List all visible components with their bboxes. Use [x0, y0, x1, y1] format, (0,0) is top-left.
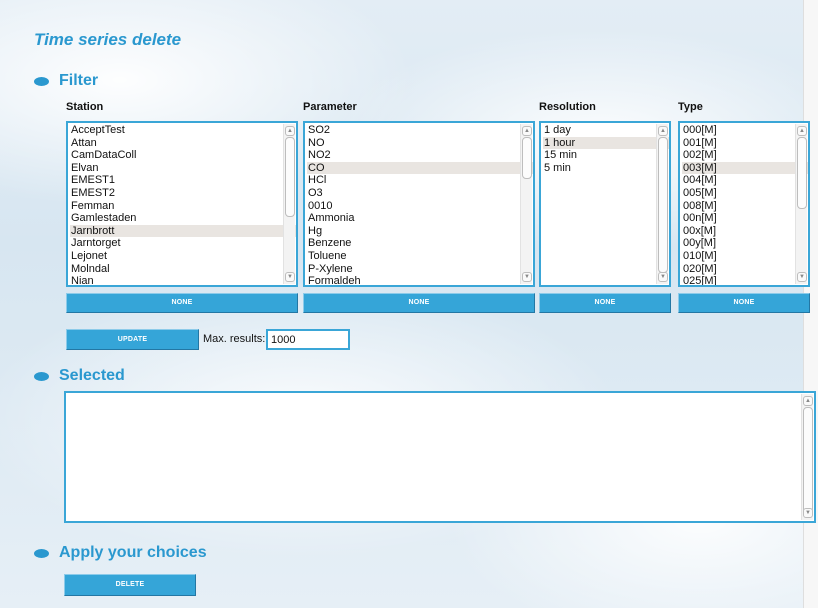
list-item[interactable]: Jarntorget — [70, 237, 296, 250]
station-none-button[interactable]: NONE — [66, 293, 298, 313]
scroll-up-icon[interactable]: ▲ — [522, 126, 532, 136]
list-item[interactable]: 15 min — [543, 149, 669, 162]
scroll-thumb[interactable] — [797, 137, 807, 209]
list-item[interactable]: O3 — [307, 187, 533, 200]
list-item[interactable]: CamDataColl — [70, 149, 296, 162]
list-item[interactable]: Femman — [70, 200, 296, 213]
list-item[interactable]: Lejonet — [70, 250, 296, 263]
apply-heading: Apply your choices — [34, 544, 207, 562]
page-title: Time series delete — [34, 30, 182, 49]
list-item[interactable]: 001[M] — [682, 137, 808, 150]
type-items: 000[M] 001[M] 002[M] 003[M] 004[M] 005[M] 008[… — [680, 123, 808, 285]
selected-heading-text: Selected — [59, 367, 125, 384]
selected-heading: Selected — [34, 367, 125, 385]
station-items: AcceptTest Attan CamDataColl Elvan EMEST1 EME… — [68, 123, 296, 285]
station-column: Station AcceptTest Attan CamDataColl Elvan E… — [66, 101, 298, 313]
type-scrollbar[interactable]: ▲ ▼ — [795, 124, 807, 284]
list-item[interactable]: 5 min — [543, 162, 669, 175]
type-listbox[interactable]: 000[M] 001[M] 002[M] 003[M] 004[M] 005[M] 008[… — [678, 121, 810, 287]
scroll-thumb[interactable] — [285, 137, 295, 217]
parameter-scrollbar[interactable]: ▲ ▼ — [520, 124, 532, 284]
scroll-up-icon[interactable]: ▲ — [803, 396, 813, 406]
bullet-icon — [34, 548, 49, 558]
station-listbox[interactable]: AcceptTest Attan CamDataColl Elvan EMEST1 EME… — [66, 121, 298, 287]
list-item[interactable]: Gamlestaden — [70, 212, 296, 225]
bullet-icon — [34, 371, 49, 381]
list-item[interactable]: Toluene — [307, 250, 533, 263]
station-scrollbar[interactable]: ▲ ▼ — [283, 124, 295, 284]
scroll-down-icon[interactable]: ▼ — [658, 272, 668, 282]
list-item[interactable]: Nian — [70, 275, 296, 285]
station-label: Station — [66, 101, 104, 113]
selected-listbox[interactable]: ▲ ▼ — [64, 391, 816, 523]
scroll-down-icon[interactable]: ▼ — [285, 272, 295, 282]
scroll-down-icon[interactable]: ▼ — [522, 272, 532, 282]
max-results-input[interactable] — [266, 329, 350, 350]
list-item[interactable]: P-Xylene — [307, 263, 533, 276]
list-item[interactable]: 003[M] — [682, 161, 808, 175]
list-item[interactable]: 025[M] — [682, 275, 808, 285]
list-item[interactable]: Elvan — [70, 162, 296, 175]
bullet-icon — [34, 76, 49, 86]
parameter-none-button[interactable]: NONE — [303, 293, 535, 313]
list-item[interactable]: Attan — [70, 137, 296, 150]
type-label: Type — [678, 101, 703, 113]
type-column: Type 000[M] 001[M] 002[M] 003[M] 004[M] 005[M… — [678, 101, 810, 313]
scroll-up-icon[interactable]: ▲ — [658, 126, 668, 136]
list-item[interactable]: 1 day — [543, 124, 669, 137]
list-item[interactable]: EMEST2 — [70, 187, 296, 200]
list-item[interactable]: HCl — [307, 174, 533, 187]
list-item[interactable]: Ammonia — [307, 212, 533, 225]
update-button[interactable]: UPDATE — [66, 329, 199, 350]
list-item[interactable]: 00y[M] — [682, 237, 808, 250]
parameter-column: Parameter SO2 NO NO2 CO HCl O3 0010 Ammonia Hg Be… — [303, 101, 535, 313]
type-none-button[interactable]: NONE — [678, 293, 810, 313]
scroll-up-icon[interactable]: ▲ — [797, 126, 807, 136]
scroll-thumb[interactable] — [522, 137, 532, 179]
scroll-down-icon[interactable]: ▼ — [797, 272, 807, 282]
list-item[interactable]: 004[M] — [682, 174, 808, 187]
selected-scrollbar[interactable]: ▲ ▼ — [801, 394, 813, 520]
list-item[interactable]: 002[M] — [682, 149, 808, 162]
scroll-thumb[interactable] — [803, 407, 813, 513]
resolution-none-button[interactable]: NONE — [539, 293, 671, 313]
list-item[interactable]: 1 hour — [543, 136, 669, 150]
filter-heading-text: Filter — [59, 72, 99, 89]
parameter-listbox[interactable]: SO2 NO NO2 CO HCl O3 0010 Ammonia Hg Benzene Tolue… — [303, 121, 535, 287]
parameter-label: Parameter — [303, 101, 357, 113]
list-item[interactable]: Jarnbrott — [70, 224, 296, 238]
resolution-listbox[interactable]: 1 day 1 hour 15 min 5 min ▲ ▼ — [539, 121, 671, 287]
list-item[interactable]: 005[M] — [682, 187, 808, 200]
delete-button[interactable]: DELETE — [64, 574, 196, 596]
list-item[interactable]: 010[M] — [682, 250, 808, 263]
max-results-label: Max. results: — [203, 333, 266, 345]
list-item[interactable]: AcceptTest — [70, 124, 296, 137]
list-item[interactable]: EMEST1 — [70, 174, 296, 187]
resolution-column: Resolution 1 day 1 hour 15 min 5 min ▲ ▼ NO… — [539, 101, 671, 313]
list-item[interactable]: Formaldeh — [307, 275, 533, 285]
list-item[interactable]: CO — [307, 161, 533, 175]
resolution-scrollbar[interactable]: ▲ ▼ — [656, 124, 668, 284]
list-item[interactable]: Benzene — [307, 237, 533, 250]
list-item[interactable]: NO2 — [307, 149, 533, 162]
scroll-thumb[interactable] — [658, 137, 668, 273]
resolution-items: 1 day 1 hour 15 min 5 min — [541, 123, 669, 174]
list-item[interactable]: 000[M] — [682, 124, 808, 137]
list-item[interactable]: 0010 — [307, 200, 533, 213]
list-item[interactable]: Hg — [307, 225, 533, 238]
list-item[interactable]: 020[M] — [682, 263, 808, 276]
filter-heading: Filter — [34, 72, 98, 90]
parameter-items: SO2 NO NO2 CO HCl O3 0010 Ammonia Hg Benzene Tolue… — [305, 123, 533, 285]
apply-heading-text: Apply your choices — [59, 544, 207, 561]
scroll-down-icon[interactable]: ▼ — [803, 508, 813, 518]
list-item[interactable]: 00n[M] — [682, 212, 808, 225]
resolution-label: Resolution — [539, 101, 596, 113]
list-item[interactable]: SO2 — [307, 124, 533, 137]
scroll-up-icon[interactable]: ▲ — [285, 126, 295, 136]
list-item[interactable]: NO — [307, 137, 533, 150]
list-item[interactable]: Molndal — [70, 263, 296, 276]
list-item[interactable]: 00x[M] — [682, 225, 808, 238]
list-item[interactable]: 008[M] — [682, 200, 808, 213]
